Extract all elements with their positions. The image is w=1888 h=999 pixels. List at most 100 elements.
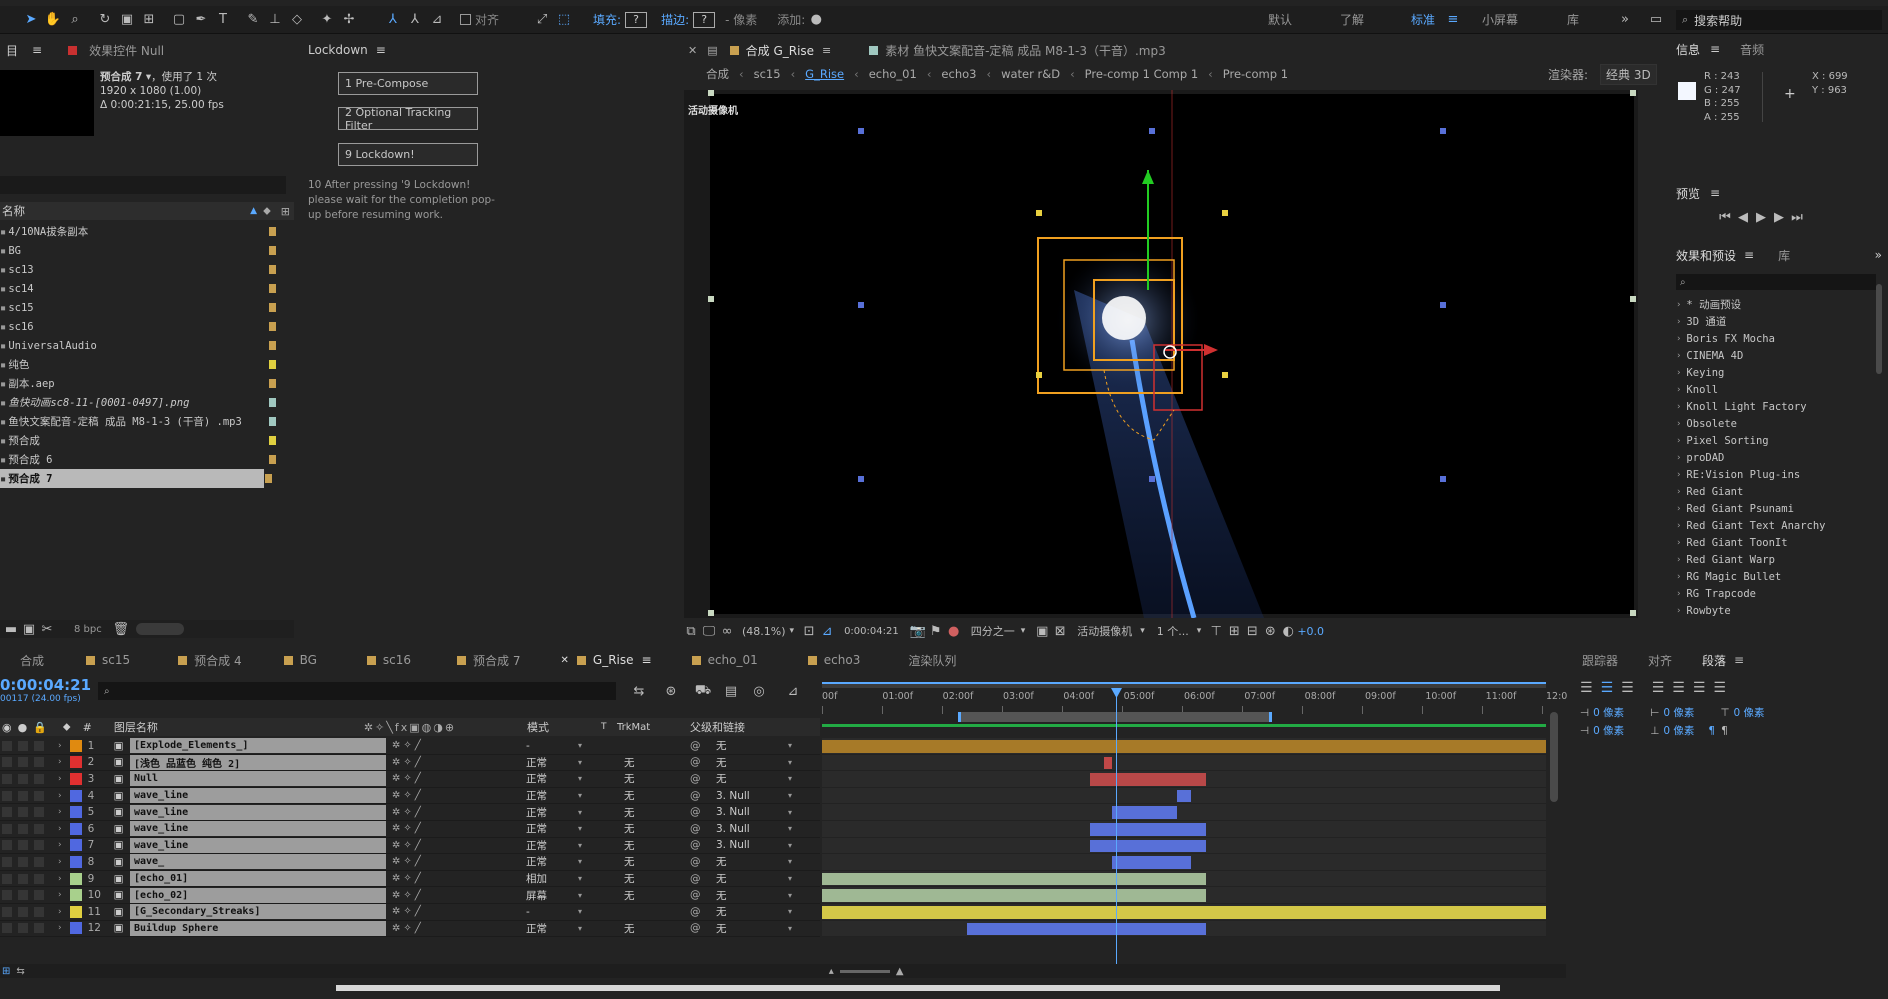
table-row[interactable]: › 8 ▣ wave_ ✲✧╱ 正常 ▾ 无 @ 无 ▾ <box>0 854 820 871</box>
expand-panel-icon[interactable]: ⇆ <box>16 966 24 977</box>
breadcrumb-item[interactable]: Pre-comp 1 <box>1223 67 1288 81</box>
flowchart-icon[interactable]: ⊛ <box>1261 622 1279 640</box>
layer-switches[interactable]: ✲✧╱ <box>392 873 424 884</box>
axis-world-icon[interactable]: ⅄ <box>406 11 424 29</box>
viewer-timecode[interactable]: 0:00:04:21 <box>844 626 899 637</box>
table-row[interactable]: › 4 ▣ wave_line ✲✧╱ 正常 ▾ 无 @3. Null ▾ <box>0 788 820 805</box>
layer-name[interactable]: [Explode_Elements_] <box>130 738 386 754</box>
interpret-footage-icon[interactable]: ✂ <box>38 620 56 638</box>
layer-name[interactable]: [G_Secondary_Streaks] <box>130 904 386 920</box>
label-swatch[interactable] <box>69 889 82 902</box>
list-item[interactable]: › RG Magic Bullet <box>1676 568 1872 585</box>
layer-name[interactable]: wave_line <box>130 821 386 837</box>
renderer-value[interactable]: 经典 3D <box>1600 63 1657 85</box>
breadcrumb-item[interactable]: water r&D <box>1001 67 1060 81</box>
lock-toggle[interactable] <box>34 923 44 934</box>
lock-toggle[interactable] <box>34 890 44 901</box>
handle-point[interactable] <box>1630 296 1636 302</box>
paragraph-tab[interactable]: 段落 <box>1702 652 1726 669</box>
layer-track[interactable] <box>822 738 1546 755</box>
selection-tool-icon[interactable]: ➤ <box>22 11 40 29</box>
workspace-library[interactable]: 库 <box>1567 11 1579 28</box>
parent-select[interactable]: 无 <box>716 904 727 919</box>
breadcrumb-item[interactable]: echo3 <box>941 67 976 81</box>
eye-toggle[interactable] <box>2 923 12 934</box>
list-item[interactable]: ▪ 预合成 6 <box>0 450 290 469</box>
layer-duration-bar[interactable] <box>1089 839 1206 853</box>
pickwhip-icon[interactable]: @ <box>690 756 701 768</box>
handle-point[interactable] <box>708 296 714 302</box>
eye-toggle[interactable] <box>2 840 12 851</box>
indent-right-value[interactable]: 0 像素 <box>1663 704 1694 722</box>
trkmat-select[interactable]: 无 <box>624 854 635 869</box>
layer-switches[interactable]: ✲✧╱ <box>392 773 424 784</box>
render-time-icon[interactable]: ⊞ <box>2 966 10 977</box>
fill-swatch[interactable]: ? <box>625 11 648 28</box>
paragraph-menu-icon[interactable]: ≡ <box>1734 653 1744 667</box>
indent-left-value[interactable]: 0 像素 <box>1593 704 1624 722</box>
optional-tracking-filter-button[interactable]: 2 Optional Tracking Filter <box>338 106 478 132</box>
layer-name[interactable]: [echo_02] <box>130 887 386 903</box>
timeline-tab[interactable]: 预合成 4 <box>178 652 242 669</box>
chevron-down-icon[interactable]: ▾ <box>1021 626 1026 636</box>
view-select[interactable]: 活动摄像机 <box>1077 623 1132 639</box>
always-preview-icon[interactable]: ⧉ <box>682 622 700 640</box>
label-swatch[interactable] <box>69 872 82 885</box>
handle-point[interactable] <box>1440 476 1446 482</box>
list-item[interactable]: › RG Trapcode <box>1676 585 1872 602</box>
table-row[interactable]: › 6 ▣ wave_line ✲✧╱ 正常 ▾ 无 @3. Null ▾ <box>0 821 820 838</box>
list-item[interactable]: ▪ sc14 <box>0 279 290 298</box>
mode-select[interactable]: 正常 <box>526 854 547 869</box>
project-scrollbar[interactable] <box>135 623 184 635</box>
lock-toggle[interactable] <box>34 840 44 851</box>
preview-title[interactable]: 预览 <box>1676 185 1700 202</box>
composition-canvas[interactable]: 活动摄像机 <box>684 90 1638 618</box>
pickwhip-icon[interactable]: @ <box>690 790 701 802</box>
handle-point[interactable] <box>858 302 864 308</box>
comp-tab[interactable]: 合成 G_Rise <box>746 42 814 59</box>
trkmat-select[interactable]: 无 <box>624 788 635 803</box>
layer-switches[interactable]: ✲✧╱ <box>392 790 424 801</box>
chevron-right-icon[interactable]: › <box>58 824 62 834</box>
parent-select[interactable]: 3. Null <box>716 823 750 835</box>
help-search[interactable]: ⌕ 搜索帮助 <box>1676 10 1882 30</box>
eye-toggle[interactable] <box>2 823 12 834</box>
layer-switches[interactable]: ✲✧╱ <box>392 807 424 818</box>
handle-point[interactable] <box>1036 372 1042 378</box>
pickwhip-icon[interactable]: @ <box>690 856 701 868</box>
show-snapshot-icon[interactable]: ⚑ <box>927 622 945 640</box>
layer-track[interactable] <box>822 754 1546 772</box>
preview-menu-icon[interactable]: ≡ <box>1710 186 1720 200</box>
lock-toggle[interactable] <box>34 823 44 834</box>
layer-switches[interactable]: ✲✧╱ <box>392 840 424 851</box>
breadcrumb-item-active[interactable]: G_Rise <box>805 67 844 81</box>
workspace-toggle-icon[interactable]: ▭ <box>1647 11 1665 29</box>
parent-select[interactable]: 3. Null <box>716 806 750 818</box>
lock-icon[interactable]: ▤ <box>707 44 717 57</box>
mode-select[interactable]: 正常 <box>526 821 547 836</box>
label-column-icon[interactable]: ⬥ <box>263 204 271 218</box>
tab-menu-icon[interactable]: ≡ <box>642 653 652 667</box>
trkmat-select[interactable]: 无 <box>624 805 635 820</box>
list-item[interactable]: ▪ BG <box>0 241 290 260</box>
layer-track[interactable] <box>822 821 1546 838</box>
workspace-standard[interactable]: 标准 <box>1411 11 1435 28</box>
project-menu-icon[interactable]: ≡ <box>32 43 42 57</box>
layer-duration-bar[interactable] <box>822 906 1546 919</box>
views-count-select[interactable]: 1 个... <box>1157 623 1189 639</box>
chevron-right-icon[interactable]: › <box>58 757 62 767</box>
lockdown-menu-icon[interactable]: ≡ <box>376 43 386 57</box>
stroke-swatch[interactable]: ? <box>693 11 716 28</box>
pre-compose-button[interactable]: 1 Pre-Compose <box>338 72 478 95</box>
layer-name[interactable]: wave_line <box>130 788 386 804</box>
layer-switches[interactable]: ✲✧╱ <box>392 823 424 834</box>
project-search[interactable] <box>0 176 286 194</box>
time-ruler[interactable]: 00f 01:00f 02:00f 03:00f 04:00f 05:00f 06:00f 0… <box>822 676 1567 727</box>
list-item[interactable]: › Red Giant <box>1676 483 1872 500</box>
list-item[interactable]: ▪ 鱼快文案配音-定稿 成品 M8-1-3 (干音) .mp3 <box>0 412 290 431</box>
handle-point[interactable] <box>1149 128 1155 134</box>
list-item[interactable]: ▪ sc15 <box>0 298 290 317</box>
new-comp-icon[interactable]: ▣ <box>20 620 38 638</box>
handle-point[interactable] <box>1630 610 1636 616</box>
eye-toggle[interactable] <box>2 873 12 884</box>
